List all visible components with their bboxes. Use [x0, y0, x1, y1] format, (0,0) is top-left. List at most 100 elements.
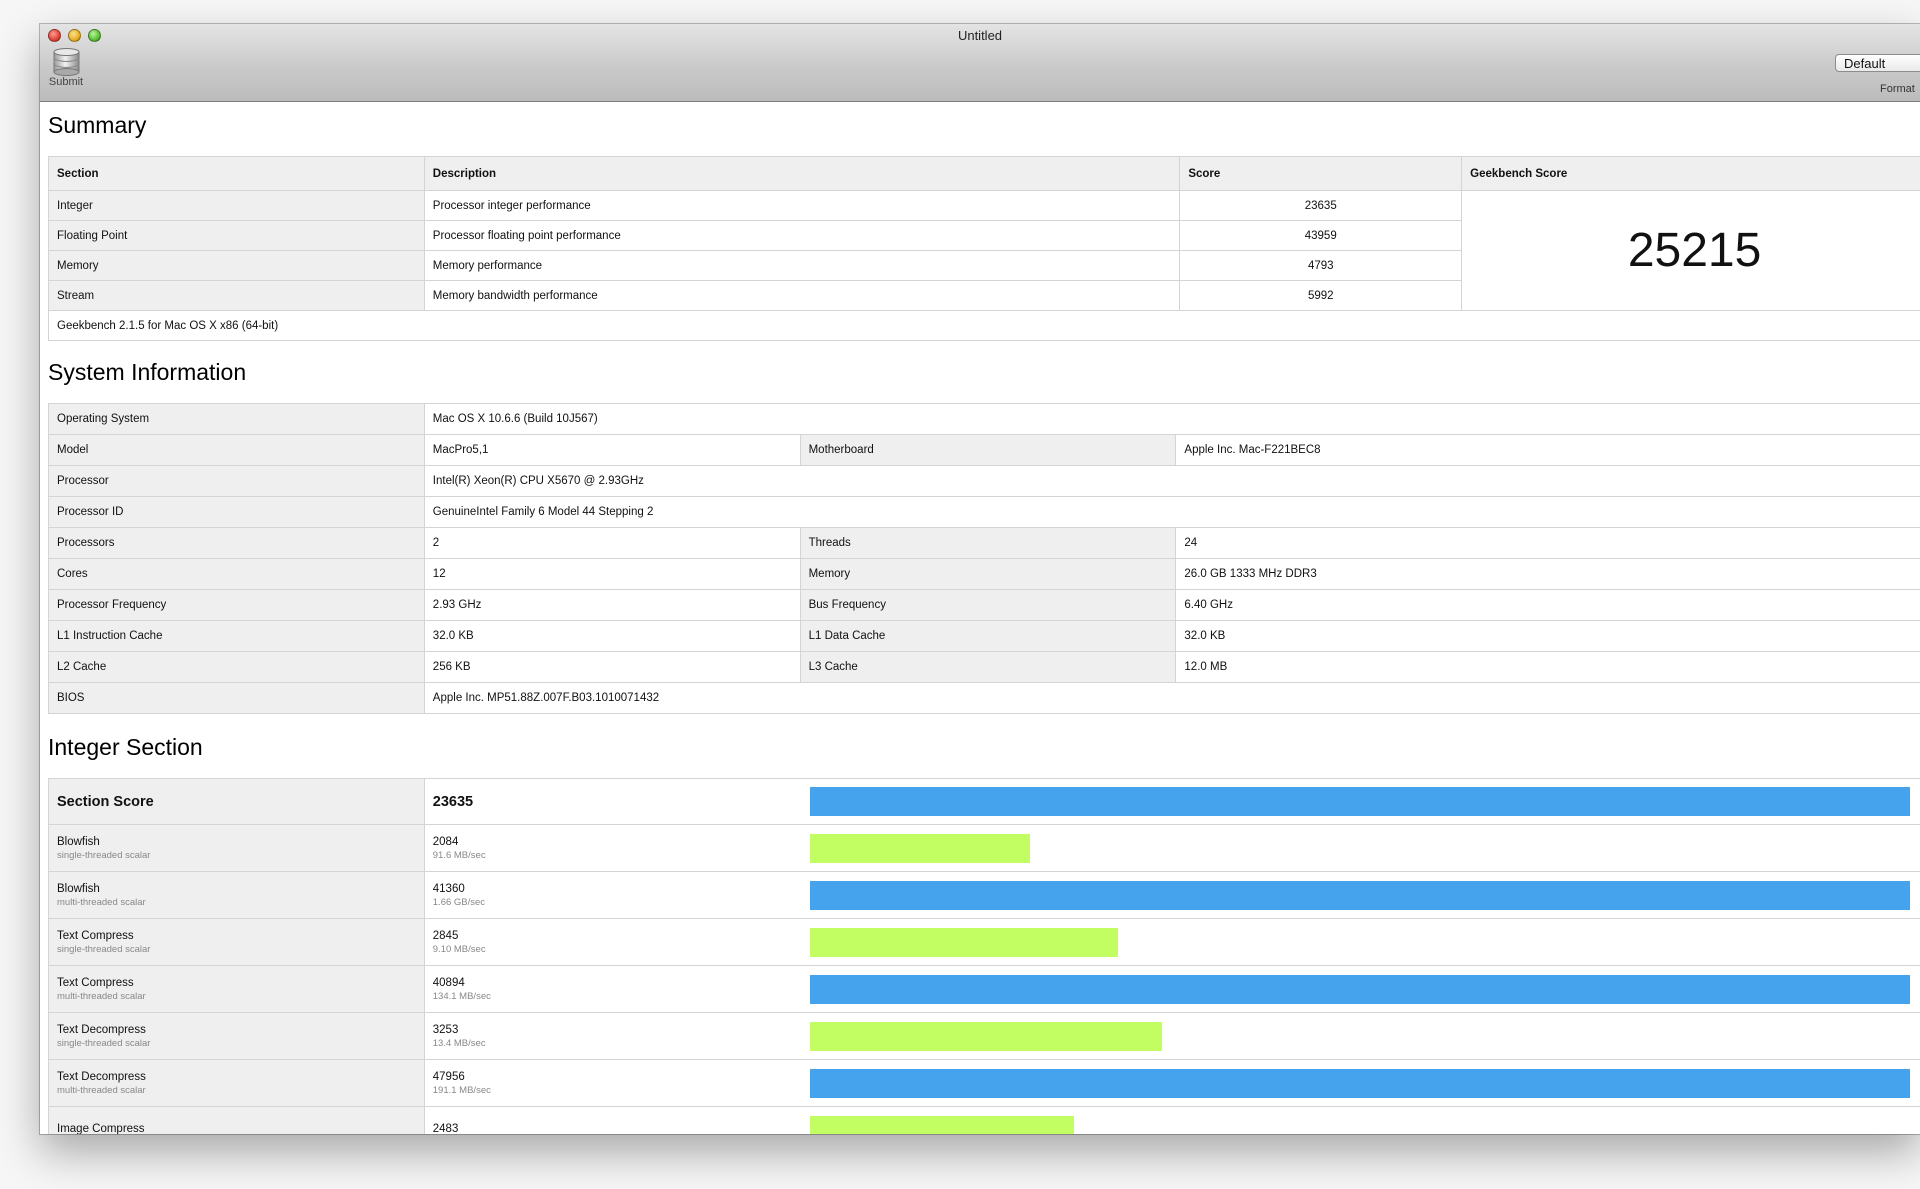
info-value: 2	[423, 527, 801, 559]
benchmark-score: 2845	[432, 929, 459, 942]
benchmark-bar-cell	[800, 824, 1920, 872]
benchmark-score-cell: 2483	[424, 1106, 800, 1134]
table-row: Model MacPro5,1 Motherboard Apple Inc. M…	[48, 434, 1920, 466]
benchmark-name: Text Decompress	[57, 1070, 146, 1083]
benchmark-bar-cell	[800, 1106, 1920, 1134]
summary-score-cell: 5992	[1179, 280, 1463, 311]
benchmark-name-cell: Text Decompress single-threaded scalar	[48, 1012, 425, 1060]
benchmark-score: 40894	[432, 976, 465, 989]
sysinfo-heading: System Information	[48, 359, 247, 385]
summary-section-cell: Floating Point	[48, 220, 425, 251]
summary-score-cell: 4793	[1179, 250, 1463, 281]
table-row: Processor ID GenuineIntel Family 6 Model…	[48, 496, 1920, 528]
benchmark-score-cell: 2084 91.6 MB/sec	[424, 824, 800, 872]
info-label: L1 Instruction Cache	[48, 620, 425, 652]
benchmark-score-cell: 3253 13.4 MB/sec	[424, 1012, 800, 1060]
section-score-value: 23635	[424, 778, 800, 825]
info-label: Bus Frequency	[799, 589, 1177, 621]
report-content: Summary Section Description Score Geekbe…	[40, 102, 1920, 1134]
info-label: BIOS	[48, 682, 425, 714]
benchmark-mode: multi-threaded scalar	[57, 896, 146, 908]
summary-col-description: Description	[423, 156, 1181, 191]
benchmark-name-cell: Text Compress multi-threaded scalar	[48, 965, 425, 1013]
table-row: BIOS Apple Inc. MP51.88Z.007F.B03.101007…	[48, 682, 1920, 714]
benchmark-name: Text Decompress	[57, 1023, 146, 1036]
benchmark-score-cell: 40894 134.1 MB/sec	[424, 965, 800, 1013]
benchmark-bar-cell	[800, 1012, 1920, 1060]
summary-header-row: Section Description Score Geekbench Scor…	[48, 156, 1920, 191]
summary-section-cell: Memory	[48, 250, 425, 281]
benchmark-bar-cell	[800, 1059, 1920, 1107]
info-value: 12.0 MB	[1175, 651, 1920, 683]
benchmark-score: 2483	[432, 1123, 459, 1134]
geekbench-score: 25215	[1461, 190, 1920, 311]
benchmark-name-cell: Blowfish multi-threaded scalar	[48, 871, 425, 919]
table-row: Text Compress multi-threaded scalar 40894 1…	[48, 965, 1920, 1013]
summary-col-section: Section	[48, 156, 425, 191]
sysinfo-table: Operating System Mac OS X 10.6.6 (Build …	[48, 403, 1920, 714]
benchmark-bar-cell	[800, 965, 1920, 1013]
info-value: Mac OS X 10.6.6 (Build 10J567)	[423, 403, 1920, 435]
table-row: L1 Instruction Cache 32.0 KB L1 Data Cac…	[48, 620, 1920, 652]
benchmark-name-cell: Image Compress	[48, 1106, 425, 1134]
benchmark-name-cell: Blowfish single-threaded scalar	[48, 824, 425, 872]
info-value: Intel(R) Xeon(R) CPU X5670 @ 2.93GHz	[423, 465, 1920, 497]
table-row: Integer Processor integer performance 23…	[48, 190, 1920, 311]
table-row: Operating System Mac OS X 10.6.6 (Build …	[48, 403, 1920, 435]
benchmark-rate: 91.6 MB/sec	[432, 849, 486, 861]
info-label: Processor	[48, 465, 425, 497]
info-label: L2 Cache	[48, 651, 425, 683]
summary-score-cell: 23635	[1179, 190, 1463, 221]
info-label: L3 Cache	[799, 651, 1177, 683]
info-label: Model	[48, 434, 425, 466]
info-value: 26.0 GB 1333 MHz DDR3	[1175, 558, 1920, 590]
benchmark-rate: 9.10 MB/sec	[432, 943, 486, 955]
window-title: Untitled	[957, 28, 1003, 43]
info-value: 32.0 KB	[1175, 620, 1920, 652]
summary-description-cell: Processor floating point performance	[423, 220, 1181, 251]
summary-description-cell: Memory bandwidth performance	[423, 280, 1181, 311]
info-value: GenuineIntel Family 6 Model 44 Stepping …	[423, 496, 1920, 528]
table-row: Text Compress single-threaded scalar 2845 9…	[48, 918, 1920, 966]
table-row: L2 Cache 256 KB L3 Cache 12.0 MB	[48, 651, 1920, 683]
summary-footer-row: Geekbench 2.1.5 for Mac OS X x86 (64-bit…	[48, 310, 1920, 341]
benchmark-mode: multi-threaded scalar	[57, 990, 146, 1002]
benchmark-score-cell: 41360 1.66 GB/sec	[424, 871, 800, 919]
info-label: Motherboard	[799, 434, 1177, 466]
info-label: Processors	[48, 527, 425, 559]
info-label: L1 Data Cache	[799, 620, 1177, 652]
info-label: Processor Frequency	[48, 589, 425, 621]
integer-heading: Integer Section	[48, 734, 203, 760]
benchmark-name: Text Compress	[57, 929, 134, 942]
info-value: 2.93 GHz	[423, 589, 801, 621]
info-value: 32.0 KB	[423, 620, 801, 652]
summary-col-score: Score	[1179, 156, 1463, 191]
score-bar	[810, 833, 1030, 863]
benchmark-score: 2084	[432, 835, 459, 848]
score-bar	[810, 1068, 1910, 1098]
title-bar: Untitled Submit Default Format	[40, 24, 1920, 102]
format-select[interactable]: Default	[1835, 54, 1920, 72]
benchmark-name-cell: Text Decompress multi-threaded scalar	[48, 1059, 425, 1107]
summary-description-cell: Processor integer performance	[423, 190, 1181, 221]
benchmark-name: Blowfish	[57, 882, 100, 895]
benchmark-mode: single-threaded scalar	[57, 1037, 151, 1049]
table-row: Blowfish single-threaded scalar 2084 91.6 M…	[48, 824, 1920, 872]
benchmark-mode: multi-threaded scalar	[57, 1084, 146, 1096]
benchmark-score: 3253	[432, 1023, 459, 1036]
table-row: Processor Intel(R) Xeon(R) CPU X5670 @ 2…	[48, 465, 1920, 497]
version-note: Geekbench 2.1.5 for Mac OS X x86 (64-bit…	[48, 310, 1920, 341]
benchmark-score: 41360	[432, 882, 465, 895]
info-value: 12	[423, 558, 801, 590]
benchmark-rate: 191.1 MB/sec	[432, 1084, 491, 1096]
info-label: Cores	[48, 558, 425, 590]
section-score-label: Section Score	[48, 778, 425, 825]
submit-label: Submit	[48, 76, 84, 88]
integer-table: Section Score 23635 Blowfish single-threa…	[48, 778, 1920, 1134]
info-value: Apple Inc. Mac-F221BEC8	[1175, 434, 1920, 466]
submit-button[interactable]: Submit	[46, 48, 86, 88]
summary-section-cell: Integer	[48, 190, 425, 221]
table-row: Text Decompress single-threaded scalar 325…	[48, 1012, 1920, 1060]
score-bar	[810, 787, 1910, 816]
info-value: MacPro5,1	[423, 434, 801, 466]
